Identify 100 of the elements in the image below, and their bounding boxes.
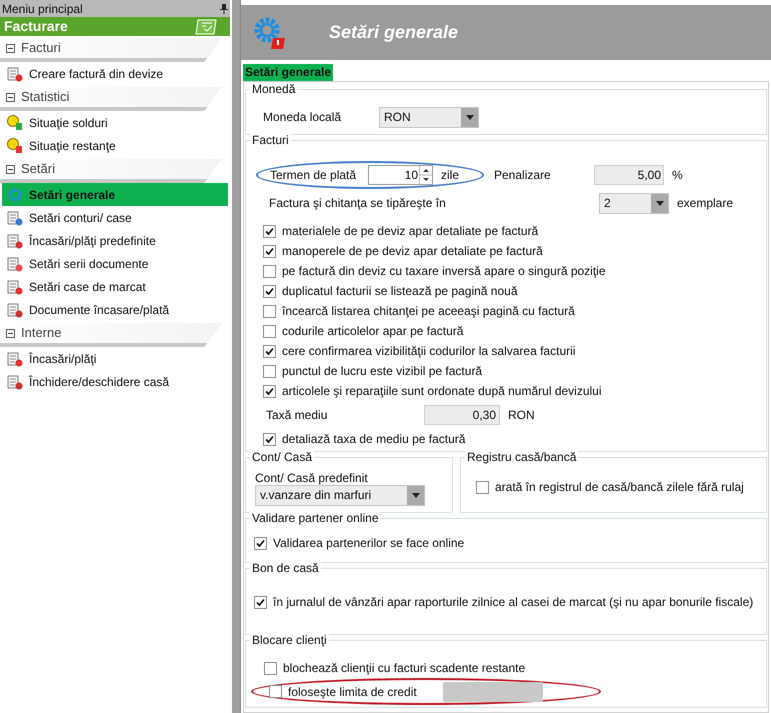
checkbox-label: articolele şi reparaţiile sunt ordonate după numărul devizului <box>282 383 602 400</box>
document-icon <box>7 256 23 272</box>
collapse-icon[interactable] <box>6 164 15 174</box>
menu-item-label: Închidere/deschidere casă <box>29 374 170 390</box>
invoice-icon <box>194 18 218 34</box>
checkbox[interactable] <box>263 304 276 318</box>
checkbox-label: codurile articolelor apar pe factură <box>282 323 464 340</box>
tab[interactable]: Setări generale <box>243 64 334 81</box>
menu-item[interactable]: Setări conturi/ case <box>2 206 228 229</box>
readonly-field: 5,00 <box>594 165 664 185</box>
menu-item[interactable]: Setări case de marcat <box>2 275 228 298</box>
group-header[interactable]: Interne <box>0 323 222 347</box>
unit-label: RON <box>508 407 535 424</box>
dropdown-value: RON <box>383 108 412 126</box>
checkbox[interactable] <box>263 364 276 378</box>
document-icon <box>7 232 23 248</box>
group-title: Monedă <box>250 82 298 96</box>
number-spinner[interactable]: 10 <box>368 165 433 185</box>
menu-item[interactable]: Setări serii documente <box>2 252 228 275</box>
menu-item-label: Situaţie solduri <box>29 114 108 132</box>
group-title: Facturi <box>250 133 291 147</box>
menu-item-label: Setări generale <box>29 186 116 204</box>
gear-icon <box>7 186 23 202</box>
checkbox[interactable] <box>254 596 267 608</box>
menu-item[interactable]: Documente încasare/plată <box>2 298 228 321</box>
document-icon <box>7 350 23 366</box>
checkbox[interactable] <box>264 662 277 674</box>
menu-item[interactable]: Închidere/deschidere casă <box>2 370 228 393</box>
module-title: Facturare <box>4 17 68 36</box>
checkbox-label: pe factură din deviz cu taxare inversă apare o singură poziţie <box>282 263 606 280</box>
menu-item-label: Setări serii documente <box>29 256 148 272</box>
field-label: Termen de plată <box>270 167 358 184</box>
checkbox[interactable] <box>263 224 276 238</box>
field-label: Taxă mediu <box>266 407 328 424</box>
menu-item-label: Situaţie restanţe <box>29 138 116 154</box>
checkbox[interactable] <box>263 344 276 358</box>
checkbox-label: încearcă listarea chitanţei pe aceeaşi pagină cu factură <box>282 303 575 320</box>
checkbox[interactable] <box>263 244 276 258</box>
gear-warning-icon <box>253 16 287 50</box>
checkbox-label: Validarea partenerilor se face online <box>273 535 464 552</box>
unit-label: exemplare <box>677 195 734 212</box>
document-icon <box>7 374 23 390</box>
field-label: Factura şi chitanţa se tipăreşte în <box>269 195 447 212</box>
group-header[interactable]: Facturi <box>0 38 222 62</box>
group-header[interactable]: Statistici <box>0 87 222 111</box>
collapse-icon[interactable] <box>6 92 15 102</box>
unit-label: % <box>672 167 683 184</box>
group-title: Cont/ Casă <box>250 450 314 464</box>
menu-item-label: Încasări/plăţi predefinite <box>29 232 156 250</box>
group-title: Bon de casă <box>250 561 321 575</box>
document-icon <box>7 278 23 294</box>
menu-item-label: Creare factură din devize <box>29 66 164 82</box>
menu-item[interactable]: Încasări/plăţi predefinite <box>2 229 228 252</box>
dropdown[interactable]: RON <box>379 106 479 128</box>
coin-icon <box>7 114 23 130</box>
checkbox[interactable] <box>263 264 276 278</box>
checkbox-label: duplicatul facturii se listează pe pagină nouă <box>282 283 518 300</box>
field-label: Cont/ Casă predefinit <box>255 470 369 485</box>
checkbox[interactable] <box>263 284 276 298</box>
menu-item[interactable]: Situaţie restanţe <box>2 134 228 157</box>
document-icon <box>7 302 23 318</box>
pin-icon[interactable] <box>220 4 228 14</box>
field-label: Penalizare <box>494 167 552 184</box>
checkbox-label: arată în registrul de casă/bancă zilele fără rulaj <box>495 479 744 496</box>
menu-item[interactable]: Situaţie solduri <box>2 111 228 134</box>
group-label: Statistici <box>21 88 70 106</box>
menu-item[interactable]: Încasări/plăţi <box>2 347 228 370</box>
menu-item-label: Încasări/plăţi <box>29 350 96 368</box>
group-title: Registru casă/bancă <box>465 450 578 464</box>
collapse-icon[interactable] <box>6 328 15 338</box>
checkbox[interactable] <box>269 685 282 698</box>
credit-limit-field[interactable] <box>442 682 543 702</box>
checkbox[interactable] <box>263 384 276 398</box>
checkbox-label: cere confirmarea vizibilităţii codurilor la salvarea facturii <box>282 343 576 360</box>
checkbox-label: punctul de lucru este vizibil pe factură <box>282 363 482 380</box>
sidebar-title: Meniu principal <box>2 0 83 18</box>
checkbox-label: manoperele de pe deviz apar detaliate pe factură <box>282 243 543 260</box>
menu-item[interactable]: Setări generale <box>2 183 228 206</box>
unit-label: zile <box>441 167 460 184</box>
dropdown[interactable]: v.vanzare din marfuri <box>255 485 425 506</box>
group-title: Blocare clienţi <box>250 633 329 647</box>
checkbox-label: materialele de pe deviz apar detaliate pe factură <box>282 223 538 240</box>
spinner-arrows-icon[interactable] <box>419 166 432 184</box>
menu-item-label: Setări conturi/ case <box>29 210 132 226</box>
group-header[interactable]: Setări <box>0 159 222 183</box>
menu-item-label: Documente încasare/plată <box>29 302 170 318</box>
checkbox[interactable] <box>263 432 276 446</box>
checkbox-label: foloseşte limita de credit <box>288 684 417 700</box>
page-title: Setări generale <box>329 21 458 44</box>
dropdown[interactable]: 2 <box>599 192 669 214</box>
menu-item[interactable]: Creare factură din devize <box>2 62 228 85</box>
collapse-icon[interactable] <box>6 44 15 52</box>
checkbox[interactable] <box>263 324 276 338</box>
checkbox[interactable] <box>254 536 267 550</box>
group-label: Setări <box>21 160 55 178</box>
checkbox[interactable] <box>476 480 489 494</box>
document-icon <box>7 66 23 82</box>
checkbox-label: în jurnalul de vânzări apar raporturile zilnice al casei de marcat (şi nu apar bonurile fiscale) <box>273 594 754 611</box>
group-label: Facturi <box>21 39 61 58</box>
dropdown-value: 2 <box>603 194 612 212</box>
